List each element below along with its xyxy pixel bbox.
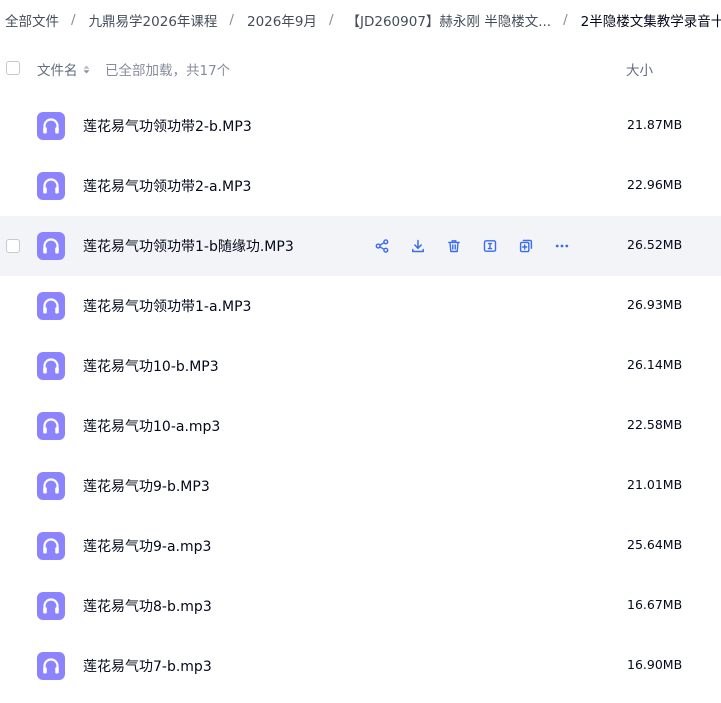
file-list: 莲花易气功领功带2-b.MP3 21.87MB 莲花易气功领功带2-a.MP3 … [0,96,721,696]
file-row[interactable]: 莲花易气功10-b.MP3 26.14MB [0,336,721,396]
load-status-text: 已全部加载，共17个 [105,63,231,79]
breadcrumb-separator: / [229,12,234,28]
file-row[interactable]: 莲花易气功7-b.mp3 16.90MB [0,636,721,696]
file-row[interactable]: 莲花易气功领功带1-a.MP3 26.93MB [0,276,721,336]
file-size: 25.64MB [627,537,683,552]
audio-file-icon [37,112,65,140]
audio-file-icon [37,172,65,200]
file-row[interactable]: 莲花易气功10-a.mp3 22.58MB [0,396,721,456]
audio-file-icon [37,232,65,260]
file-size: 16.67MB [627,597,683,612]
file-row[interactable]: 莲花易气功领功带1-b随缘功.MP3 26.52MB [0,216,721,276]
file-size: 21.87MB [627,117,683,132]
audio-file-icon [37,292,65,320]
file-name[interactable]: 莲花易气功8-b.mp3 [83,596,212,616]
select-all-checkbox[interactable] [6,61,20,75]
audio-file-icon [37,592,65,620]
file-row[interactable]: 莲花易气功领功带2-a.MP3 22.96MB [0,156,721,216]
file-name[interactable]: 莲花易气功领功带2-b.MP3 [83,116,252,136]
file-row[interactable]: 莲花易气功9-a.mp3 25.64MB [0,516,721,576]
file-size: 26.52MB [627,237,683,252]
copy-to-icon[interactable] [508,230,544,262]
audio-file-icon [37,412,65,440]
file-size: 21.01MB [627,477,683,492]
file-row[interactable]: 莲花易气功领功带2-b.MP3 21.87MB [0,96,721,156]
row-checkbox[interactable] [6,239,20,253]
name-column-header[interactable]: 文件名 [37,59,90,79]
breadcrumb-separator: / [563,12,568,28]
breadcrumb-item-collection[interactable]: 【JD260907】赫永刚 半隐楼文... [342,10,552,30]
file-name[interactable]: 莲花易气功10-b.MP3 [83,356,219,376]
file-name[interactable]: 莲花易气功领功带1-b随缘功.MP3 [83,236,294,256]
file-size: 26.14MB [627,357,683,372]
file-name[interactable]: 莲花易气功9-a.mp3 [83,536,211,556]
file-row[interactable]: 莲花易气功9-b.MP3 21.01MB [0,456,721,516]
breadcrumb-separator: / [328,12,334,28]
sort-icon[interactable] [83,65,90,74]
audio-file-icon [37,472,65,500]
audio-file-icon [37,532,65,560]
audio-file-icon [37,352,65,380]
file-name[interactable]: 莲花易气功10-a.mp3 [83,416,220,436]
file-row[interactable]: 莲花易气功8-b.mp3 16.67MB [0,576,721,636]
row-actions [364,230,580,262]
file-name[interactable]: 莲花易气功领功带1-a.MP3 [83,296,251,316]
file-size: 22.96MB [627,177,683,192]
file-name[interactable]: 莲花易气功9-b.MP3 [83,476,210,496]
breadcrumb: 全部文件 / 九鼎易学2026年课程 / 2026年9月 / 【JD260907… [0,0,721,40]
file-name[interactable]: 莲花易气功领功带2-a.MP3 [83,176,251,196]
file-size: 26.93MB [627,297,683,312]
size-column-header[interactable]: 大小 [626,59,653,79]
name-column-label: 文件名 [37,63,78,79]
breadcrumb-item-root[interactable]: 全部文件 [0,10,59,30]
breadcrumb-separator: / [71,12,76,28]
delete-icon[interactable] [436,230,472,262]
breadcrumb-item-month[interactable]: 2026年9月 [242,10,317,30]
file-size: 22.58MB [627,417,683,432]
file-name[interactable]: 莲花易气功7-b.mp3 [83,656,212,676]
file-size: 16.90MB [627,657,683,672]
download-icon[interactable] [400,230,436,262]
breadcrumb-item-current: 2半隐楼文集教学录音十七 [580,14,721,30]
share-icon[interactable] [364,230,400,262]
rename-icon[interactable] [472,230,508,262]
audio-file-icon [37,652,65,680]
file-list-header: 文件名 已全部加载，共17个 大小 [0,48,721,88]
more-icon[interactable] [544,230,580,262]
breadcrumb-item-course[interactable]: 九鼎易学2026年课程 [84,10,218,30]
